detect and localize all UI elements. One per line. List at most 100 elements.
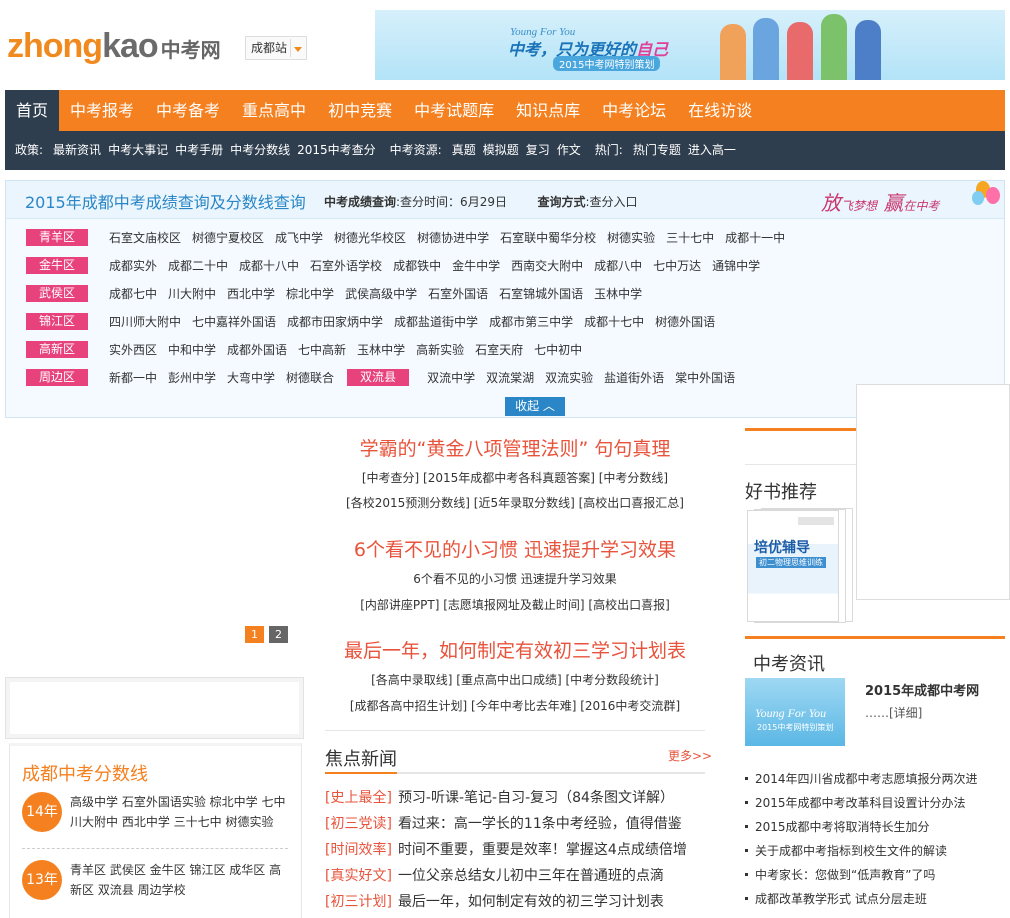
school-link[interactable]: 成飞中学 (275, 229, 323, 246)
news-thumbnail[interactable]: Young For You 2015中考网特别策划 (745, 678, 845, 746)
district-tag[interactable]: 金牛区 (26, 257, 88, 274)
district-tag[interactable]: 武侯区 (26, 285, 88, 302)
nav-item[interactable]: 中考试题库 (403, 90, 505, 131)
collapse-button[interactable]: 收起 ︿ (505, 397, 565, 416)
school-link[interactable]: 三十七中 (666, 229, 714, 246)
list-item[interactable]: 2015成都中考将取消特长生加分 (745, 818, 1005, 842)
school-link[interactable]: 树德实验 (607, 229, 655, 246)
nav-item[interactable]: 中考论坛 (591, 90, 677, 131)
school-link[interactable]: 石室联中蜀华分校 (500, 229, 596, 246)
school-link[interactable]: 盐道街外语 (604, 369, 664, 386)
headline-3-links-a[interactable]: [各高中录取线] [重点高中出口成绩] [中考分数段统计] (325, 671, 705, 688)
school-link[interactable]: 七中万达 (653, 257, 701, 274)
site-logo[interactable]: zhong kao 中考网 (7, 27, 221, 67)
school-link[interactable]: 棠中外国语 (675, 369, 735, 386)
school-link[interactable]: 成都十七中 (584, 313, 644, 330)
headline-3[interactable]: 最后一年，如何制定有效初三学习计划表 (325, 636, 705, 663)
school-link[interactable]: 高新实验 (416, 341, 464, 358)
subnav-link[interactable]: 中考手册 (175, 131, 223, 170)
school-link[interactable]: 石室外语学校 (310, 257, 382, 274)
headline-1-links-a[interactable]: [中考查分] [2015年成都中考各科真题答案] [中考分数线] (325, 469, 705, 486)
headline-2-links-a[interactable]: 6个看不见的小习惯 迅速提升学习效果 (325, 570, 705, 587)
headline-2-links-b[interactable]: [内部讲座PPT] [志愿填报网址及截止时间] [高校出口喜报] (325, 596, 705, 613)
school-link[interactable]: 西北中学 (227, 285, 275, 302)
school-link[interactable]: 石室锦城外国语 (499, 285, 583, 302)
school-link[interactable]: 金牛中学 (452, 257, 500, 274)
subnav-link[interactable]: 热门专题 (633, 131, 681, 170)
subnav-link[interactable]: 真题 (452, 131, 476, 170)
subnav-link[interactable]: 作文 (557, 131, 581, 170)
school-link[interactable]: 树德联合 (286, 369, 334, 386)
year-schools[interactable]: 青羊区 武侯区 金牛区 锦江区 成华区 高新区 双流县 周边学校 (70, 860, 292, 900)
news-link[interactable]: 预习-听课-笔记-自习-复习（84条图文详解） (398, 790, 674, 806)
subnav-link[interactable]: 模拟题 (483, 131, 519, 170)
nav-item[interactable]: 初中竞赛 (317, 90, 403, 131)
school-link[interactable]: 西南交大附中 (511, 257, 583, 274)
method-value[interactable]: :查分入口 (586, 195, 638, 209)
headline-1-links-b[interactable]: [各校2015预测分数线] [近5年录取分数线] [高校出口喜报汇总] (325, 494, 705, 511)
nav-item[interactable]: 首页 (5, 90, 60, 131)
school-link[interactable]: 七中嘉祥外国语 (192, 313, 276, 330)
news-tag[interactable]: [初三党读] (325, 816, 392, 832)
news-tag[interactable]: [史上最全] (325, 790, 392, 806)
pager-button[interactable]: 1 (245, 626, 264, 643)
school-link[interactable]: 实外西区 (109, 341, 157, 358)
district-tag[interactable]: 双流县 (347, 369, 410, 386)
list-item[interactable]: 关于成都中考指标到校生文件的解读 (745, 842, 1005, 866)
headline-1[interactable]: 学霸的“黄金八项管理法则” 句句真理 (325, 434, 705, 461)
district-tag[interactable]: 高新区 (26, 341, 88, 358)
school-link[interactable]: 树德宁夏校区 (192, 229, 264, 246)
school-link[interactable]: 成都外国语 (227, 341, 287, 358)
list-item[interactable]: 2014年四川省成都中考志愿填报分两次进 (745, 770, 1005, 794)
school-link[interactable]: 双流中学 (427, 369, 475, 386)
school-link[interactable]: 彭州中学 (168, 369, 216, 386)
school-link[interactable]: 石室文庙校区 (109, 229, 181, 246)
news-link[interactable]: 最后一年，如何制定有效的初三学习计划表 (398, 894, 664, 910)
subnav-link[interactable]: 2015中考查分 (297, 131, 376, 170)
book-cover[interactable]: 培优辅导 初二物理思维训练 (747, 508, 853, 624)
school-link[interactable]: 树德光华校区 (334, 229, 406, 246)
list-item[interactable]: 中考家长：您做到“低声教育”了吗 (745, 866, 1005, 890)
school-link[interactable]: 新都一中 (109, 369, 157, 386)
news-link[interactable]: 一位父亲总结女儿初中三年在普通班的点滴 (398, 868, 664, 884)
headline-3-links-b[interactable]: [成都各高中招生计划] [今年中考比去年难] [2016中考交流群] (325, 697, 705, 714)
list-item[interactable]: 2015年成都中考改革科目设置计分办法 (745, 794, 1005, 818)
school-link[interactable]: 石室天府 (475, 341, 523, 358)
headline-2[interactable]: 6个看不见的小习惯 迅速提升学习效果 (325, 535, 705, 562)
news-tag[interactable]: [真实好文] (325, 868, 392, 884)
school-link[interactable]: 石室外国语 (428, 285, 488, 302)
school-link[interactable]: 树德协进中学 (417, 229, 489, 246)
school-link[interactable]: 成都十一中 (725, 229, 785, 246)
school-link[interactable]: 成都十八中 (239, 257, 299, 274)
school-link[interactable]: 武侯高级中学 (345, 285, 417, 302)
subnav-link[interactable]: 复习 (526, 131, 550, 170)
school-link[interactable]: 成都铁中 (393, 257, 441, 274)
school-link[interactable]: 树德外国语 (655, 313, 715, 330)
nav-item[interactable]: 知识点库 (505, 90, 591, 131)
school-link[interactable]: 成都市田家炳中学 (287, 313, 383, 330)
focus-more-link[interactable]: 更多>> (668, 747, 712, 764)
school-link[interactable]: 成都实外 (109, 257, 157, 274)
school-link[interactable]: 七中初中 (534, 341, 582, 358)
nav-item[interactable]: 重点高中 (231, 90, 317, 131)
subnav-link[interactable]: 进入高一 (688, 131, 736, 170)
city-select[interactable]: 成都站 (245, 36, 307, 60)
school-link[interactable]: 双流棠湖 (486, 369, 534, 386)
district-tag[interactable]: 锦江区 (26, 313, 88, 330)
nav-item[interactable]: 中考备考 (145, 90, 231, 131)
school-link[interactable]: 成都八中 (594, 257, 642, 274)
list-item[interactable]: 成都改革教学形式 试点分层走班 (745, 890, 1005, 914)
school-link[interactable]: 中和中学 (168, 341, 216, 358)
news-link[interactable]: 时间不重要，重要是效率！掌握这4点成绩倍增 (398, 842, 687, 858)
header-banner[interactable]: Young For You 中考，只为更好的自己 2015中考网特别策划 (375, 10, 1005, 80)
pager-button[interactable]: 2 (269, 626, 288, 643)
school-link[interactable]: 玉林中学 (594, 285, 642, 302)
subnav-link[interactable]: 中考大事记 (108, 131, 168, 170)
year-schools[interactable]: 高级中学 石室外国语实验 棕北中学 七中 川大附中 西北中学 三十七中 树德实验 (70, 792, 292, 832)
subnav-link[interactable]: 最新资讯 (53, 131, 101, 170)
news-tag[interactable]: [时间效率] (325, 842, 392, 858)
school-link[interactable]: 成都七中 (109, 285, 157, 302)
school-link[interactable]: 大弯中学 (227, 369, 275, 386)
news-right-detail[interactable]: ……[详细] (865, 704, 922, 721)
school-link[interactable]: 玉林中学 (357, 341, 405, 358)
